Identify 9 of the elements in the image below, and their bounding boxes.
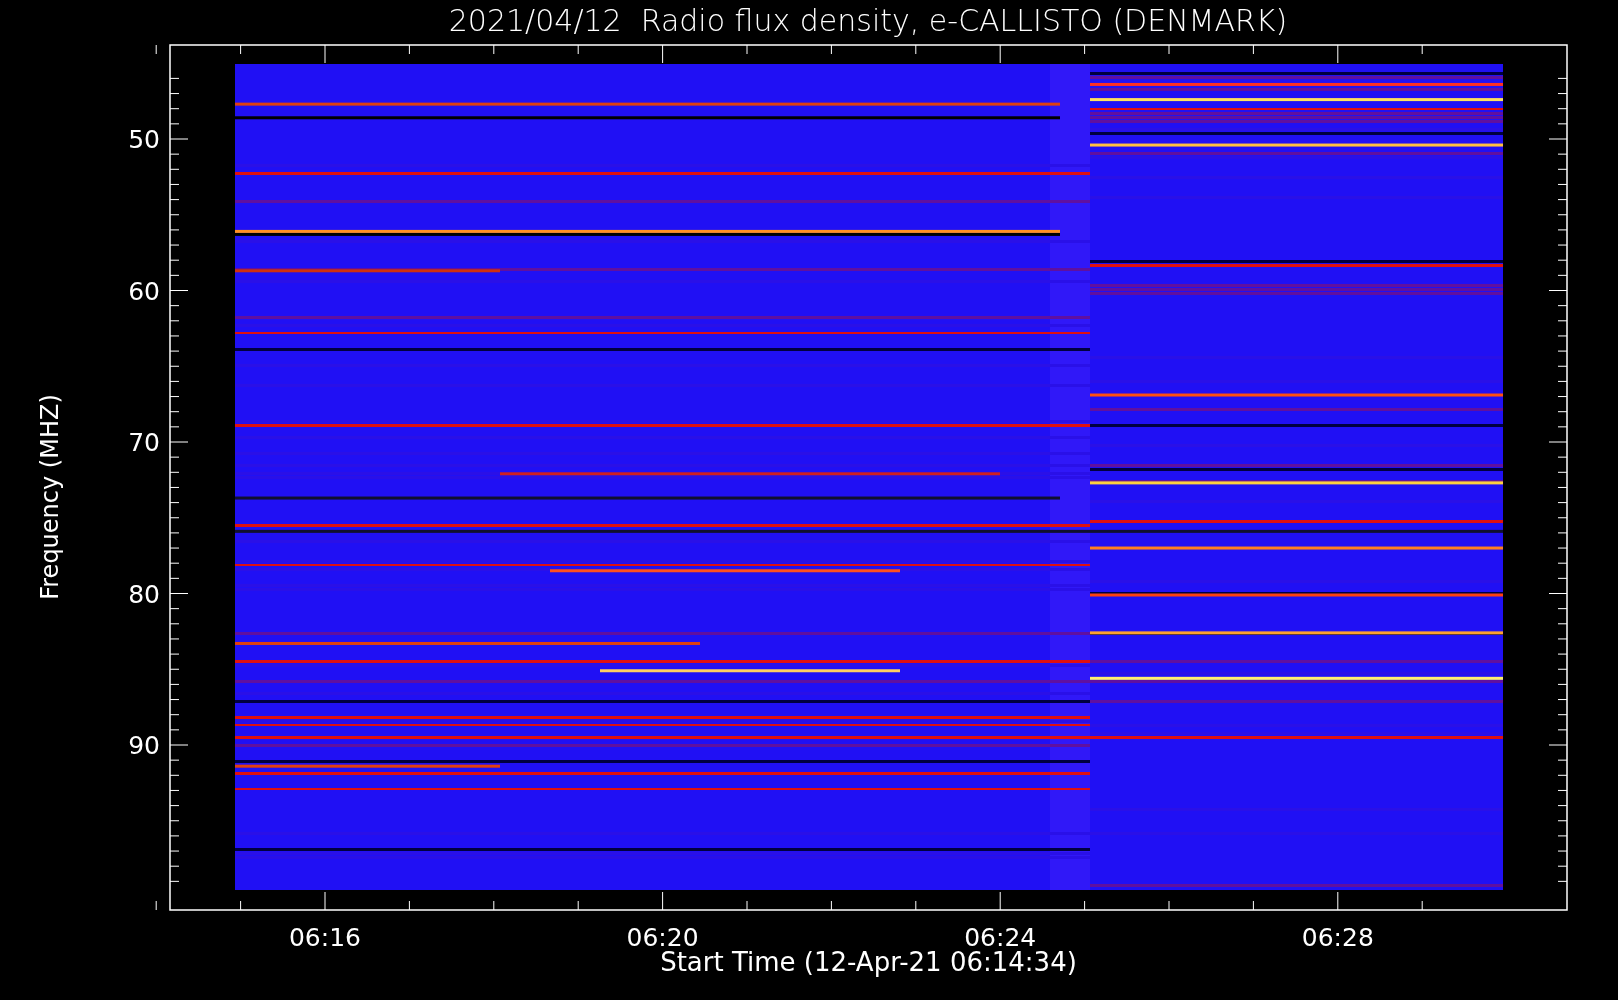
x-tick-label: 06:16	[289, 923, 361, 950]
y-tick-label: 60	[128, 276, 160, 306]
y-tick-label: 80	[128, 579, 160, 609]
y-axis-title: Frequency (MHZ)	[35, 394, 65, 600]
x-tick-label: 06:28	[1301, 923, 1374, 950]
y-tick-label: 50	[128, 125, 160, 154]
y-tick-label: 70	[128, 428, 160, 457]
y-tick-label: 90	[128, 731, 160, 760]
chart-title: 2021/04/12 Radio flux density, e-CALLISTO (DENMARK)	[448, 2, 1288, 40]
